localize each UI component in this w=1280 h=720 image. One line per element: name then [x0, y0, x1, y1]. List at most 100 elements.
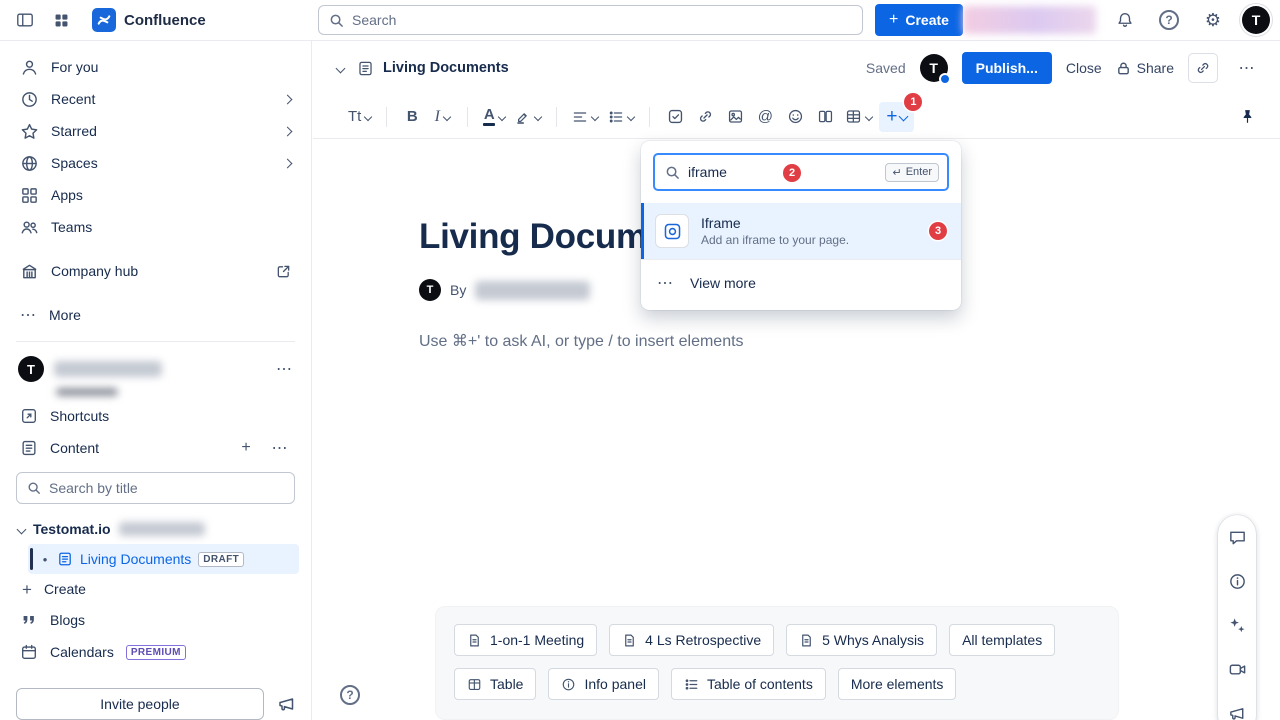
divider — [386, 107, 387, 127]
redacted-user-info — [963, 6, 1096, 34]
chevron-down-icon[interactable] — [17, 524, 27, 534]
insert-table-shortcut-button[interactable]: Table — [454, 668, 536, 700]
sidebar-toggle-button[interactable] — [10, 5, 40, 35]
editor-help-button[interactable]: ? — [340, 685, 360, 705]
insert-element-menu: 2 ↵ Enter Iframe Add an iframe to your p… — [641, 141, 961, 310]
template-5-whys-analysis-button[interactable]: 5 Whys Analysis — [786, 624, 937, 656]
menu-item-iframe[interactable]: Iframe Add an iframe to your page. 3 — [641, 203, 961, 259]
search-icon — [27, 481, 41, 495]
insert-image-button[interactable] — [722, 102, 748, 132]
template-label: 4 Ls Retrospective — [645, 632, 761, 648]
top-navigation-bar: Confluence + Create ? ⚙ T — [0, 0, 1280, 41]
sidebar-item-apps[interactable]: Apps — [12, 179, 299, 211]
content-more-icon[interactable]: ⋯ — [269, 437, 291, 459]
app-switcher-button[interactable] — [46, 5, 76, 35]
people-icon — [20, 218, 39, 237]
highlight-color-button[interactable] — [512, 102, 544, 132]
text-style-button[interactable]: Tt — [345, 102, 374, 132]
sidebar-item-more[interactable]: ⋯ More — [12, 299, 299, 331]
pin-toolbar-button[interactable] — [1234, 102, 1260, 132]
sidebar-item-blogs[interactable]: Blogs — [12, 604, 299, 636]
enter-label: Enter — [906, 166, 932, 178]
tree-item-page-selected[interactable]: • Living Documents DRAFT — [28, 544, 299, 574]
tree-create-button[interactable]: + Create — [12, 574, 299, 604]
details-button[interactable] — [1225, 569, 1249, 593]
feedback-button[interactable] — [1225, 701, 1249, 720]
copy-link-button[interactable] — [1188, 53, 1218, 83]
comments-button[interactable] — [1225, 525, 1249, 549]
plus-icon: + — [22, 581, 32, 598]
ai-chat-button[interactable] — [1225, 613, 1249, 637]
title-search[interactable] — [16, 472, 295, 504]
insert-search[interactable]: 2 ↵ Enter — [653, 153, 949, 191]
link-icon — [697, 108, 714, 125]
lists-button[interactable] — [605, 102, 637, 132]
person-icon — [20, 58, 39, 77]
create-button[interactable]: + Create — [875, 4, 963, 36]
confluence-brand[interactable]: Confluence — [92, 8, 206, 32]
text-color-button[interactable]: A — [480, 102, 508, 132]
more-elements-button[interactable]: More elements — [838, 668, 957, 700]
more-actions-button[interactable]: ⋯ — [1232, 53, 1262, 83]
chevron-down-icon — [627, 112, 635, 120]
content-section-header[interactable]: Content + ⋯ — [12, 432, 299, 464]
tree-item-space[interactable]: Testomat.io — [12, 514, 299, 544]
invite-people-button[interactable]: Invite people — [16, 688, 264, 720]
close-button[interactable]: Close — [1066, 60, 1102, 76]
settings-button[interactable]: ⚙ — [1198, 5, 1228, 35]
feedback-megaphone-button[interactable] — [277, 694, 297, 714]
sidebar-item-for-you[interactable]: For you — [12, 51, 299, 83]
sidebar-item-starred[interactable]: Starred — [12, 115, 299, 147]
italic-button[interactable]: I — [429, 102, 455, 132]
search-input[interactable] — [352, 12, 852, 28]
sidebar-item-shortcuts[interactable]: Shortcuts — [12, 400, 299, 432]
insert-table-button[interactable] — [842, 102, 875, 132]
insert-toc-button[interactable]: Table of contents — [671, 668, 826, 700]
emoji-button[interactable] — [782, 102, 808, 132]
help-button[interactable]: ? — [1154, 5, 1184, 35]
plus-icon: + — [886, 106, 897, 128]
template-label: 5 Whys Analysis — [822, 632, 924, 648]
task-list-button[interactable] — [662, 102, 688, 132]
drag-handle[interactable] — [30, 548, 33, 570]
bold-button[interactable]: B — [399, 102, 425, 132]
insert-elements-button[interactable]: + 1 — [879, 102, 914, 132]
record-video-button[interactable] — [1225, 657, 1249, 681]
emoji-icon — [787, 108, 804, 125]
sidebar-item-company-hub[interactable]: Company hub — [12, 255, 299, 287]
apps-grid-icon — [20, 186, 39, 205]
external-link-icon — [276, 264, 291, 279]
sidebar-item-label: Apps — [51, 187, 291, 203]
chevron-right-icon — [283, 126, 293, 136]
sidebar-item-spaces[interactable]: Spaces — [12, 147, 299, 179]
template-1on1-meeting-button[interactable]: 1-on-1 Meeting — [454, 624, 597, 656]
title-search-input[interactable] — [49, 480, 284, 496]
collaborator-avatar[interactable]: T — [920, 54, 948, 82]
share-button[interactable]: Share — [1116, 60, 1174, 76]
notifications-button[interactable] — [1110, 5, 1140, 35]
user-avatar[interactable]: T — [1242, 6, 1270, 34]
layouts-button[interactable] — [812, 102, 838, 132]
premium-badge: PREMIUM — [126, 645, 186, 660]
editor-placeholder[interactable]: Use ⌘+' to ask AI, or type / to insert e… — [419, 331, 1280, 351]
global-search[interactable] — [318, 5, 863, 35]
chevron-down-icon — [364, 112, 372, 120]
clock-icon — [20, 90, 39, 109]
space-header[interactable]: T ⋯ — [12, 352, 299, 386]
view-more-button[interactable]: ⋯ View more — [641, 260, 961, 306]
sidebar-item-recent[interactable]: Recent — [12, 83, 299, 115]
sidebar-item-teams[interactable]: Teams — [12, 211, 299, 243]
all-templates-button[interactable]: All templates — [949, 624, 1055, 656]
space-more-icon[interactable]: ⋯ — [276, 359, 293, 379]
breadcrumb-page-title[interactable]: Living Documents — [383, 60, 509, 76]
add-content-button[interactable]: + — [235, 437, 257, 459]
alignment-button[interactable] — [569, 102, 601, 132]
collapse-chevron-icon[interactable] — [336, 63, 346, 73]
insert-info-panel-button[interactable]: Info panel — [548, 668, 659, 700]
mention-button[interactable]: @ — [752, 102, 778, 132]
template-4ls-retrospective-button[interactable]: 4 Ls Retrospective — [609, 624, 774, 656]
annotation-step-2: 2 — [783, 164, 801, 182]
insert-link-button[interactable] — [692, 102, 718, 132]
publish-button[interactable]: Publish... — [962, 52, 1052, 84]
sidebar-item-calendars[interactable]: Calendars PREMIUM — [12, 636, 299, 668]
